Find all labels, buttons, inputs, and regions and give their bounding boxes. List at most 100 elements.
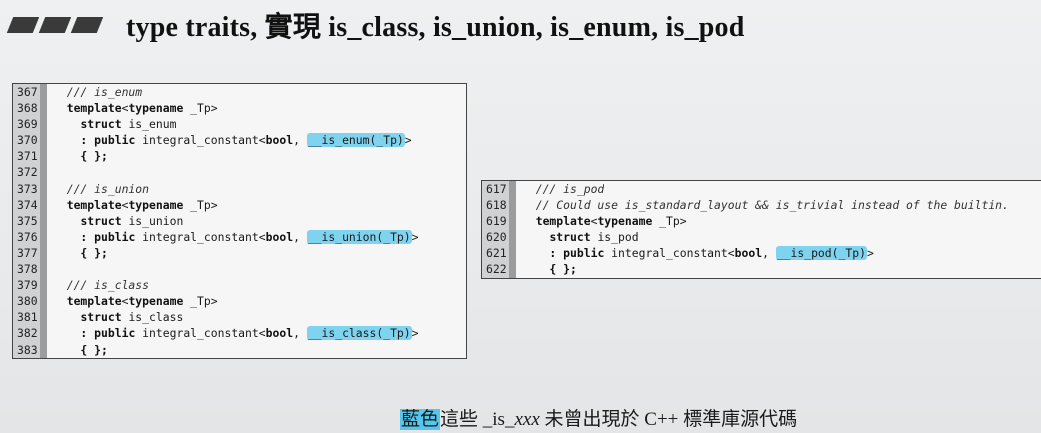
code-token: typename [128, 294, 184, 309]
code-line: 380 template<typename _Tp> [13, 293, 466, 310]
slide-title: type traits, 實現 is_class, is_union, is_e… [126, 12, 745, 43]
code-token: struct [80, 213, 122, 228]
code-token: struct [80, 117, 122, 132]
code-line: 368 template<typename _Tp> [13, 100, 466, 117]
bar-shape [38, 17, 72, 33]
code-token: typename [597, 214, 653, 229]
bar-shape [6, 17, 40, 33]
code-line: 369 struct is_enum [13, 116, 466, 133]
caption-highlight: 藍色 [400, 409, 441, 430]
code-text: /// is_union [47, 181, 149, 197]
line-number: 373 [13, 180, 47, 197]
line-number: 380 [13, 293, 47, 310]
code-token: public [94, 229, 136, 244]
code-text: // Could use is_standard_layout && is_tr… [516, 197, 1009, 213]
code-token: is_class [121, 310, 184, 325]
caption-italic: xxx [514, 409, 540, 430]
code-token: : [522, 246, 564, 261]
code-line: 619 template<typename _Tp> [482, 213, 1041, 230]
line-number: 621 [482, 245, 516, 262]
code-line: 371 { }; [13, 148, 466, 165]
line-number: 369 [13, 116, 47, 133]
code-text: /// is_enum [47, 84, 142, 100]
code-token: struct [80, 310, 122, 325]
line-number: 617 [482, 181, 516, 198]
code-token: , [293, 229, 307, 244]
code-line: 378 [13, 261, 466, 278]
code-line: 617 /// is_pod [482, 181, 1041, 198]
code-text: : public integral_constant<bool, __is_en… [47, 132, 412, 148]
line-number: 368 [13, 100, 47, 117]
code-token: /// is_pod [522, 182, 605, 196]
code-line: 370 : public integral_constant<bool, __i… [13, 132, 466, 149]
code-block-left: 367 /// is_enum 368 template<typename _Tp… [12, 83, 467, 359]
line-number: 374 [13, 196, 47, 213]
code-token: > [404, 133, 412, 148]
code-line: 621 : public integral_constant<bool, __i… [482, 245, 1041, 262]
line-number: 618 [482, 197, 516, 214]
code-token: { }; [53, 342, 108, 357]
code-token: , [293, 133, 307, 148]
code-text: template<typename _Tp> [47, 293, 218, 309]
code-token: { }; [522, 262, 577, 277]
code-token: : [53, 326, 95, 341]
code-token: : [53, 229, 95, 244]
line-number: 379 [13, 277, 47, 294]
code-line: 372 [13, 164, 466, 181]
code-text: template<typename _Tp> [47, 197, 218, 213]
code-line: 377 { }; [13, 244, 466, 262]
line-number: 381 [13, 309, 47, 326]
code-token: integral_constant< [135, 229, 266, 244]
code-line: 379 /// is_class [13, 277, 466, 294]
code-block-right: 617 /// is_pod 618 // Could use is_standa… [481, 180, 1041, 279]
code-token: /// is_class [53, 278, 150, 293]
code-line: 367 /// is_enum [13, 84, 466, 101]
code-token: : [53, 133, 95, 148]
code-token: _Tp> [183, 294, 218, 309]
code-text: struct is_enum [47, 116, 176, 132]
code-token: > [411, 229, 419, 244]
highlighted-builtin: __is_pod(_Tp) [775, 246, 867, 261]
code-token: _Tp> [652, 214, 687, 229]
code-line: 383 { }; [13, 341, 466, 358]
line-number: 377 [13, 244, 47, 262]
code-text: { }; [516, 261, 577, 277]
line-number: 376 [13, 228, 47, 245]
code-token: bool [265, 326, 294, 341]
code-token: template [535, 214, 591, 229]
code-token: public [563, 246, 605, 261]
code-token: _Tp> [183, 197, 218, 212]
line-number: 619 [482, 213, 516, 230]
code-line: 374 template<typename _Tp> [13, 196, 466, 213]
caption-text-1: 這些 _is_ [440, 409, 515, 430]
code-line: 373 /// is_union [13, 180, 466, 197]
code-token: _Tp> [183, 101, 218, 116]
code-text: : public integral_constant<bool, __is_cl… [47, 325, 419, 341]
code-token: typename [128, 197, 184, 212]
line-number: 383 [13, 341, 47, 358]
code-line: 622 { }; [482, 261, 1041, 278]
code-token: bool [265, 229, 294, 244]
code-token: template [66, 294, 122, 309]
code-line: 618 // Could use is_standard_layout && i… [482, 197, 1041, 214]
code-token: is_enum [121, 117, 177, 132]
code-token: { }; [53, 245, 108, 260]
code-text: : public integral_constant<bool, __is_un… [47, 229, 419, 245]
code-token: public [94, 133, 136, 148]
highlighted-builtin: __is_enum(_Tp) [306, 133, 405, 148]
code-line: 382 : public integral_constant<bool, __i… [13, 325, 466, 342]
line-number: 382 [13, 325, 47, 342]
header-decoration [6, 17, 104, 33]
line-number: 620 [482, 229, 516, 246]
code-token: struct [549, 230, 591, 245]
code-text: template<typename _Tp> [47, 100, 218, 116]
code-token: bool [265, 133, 294, 148]
